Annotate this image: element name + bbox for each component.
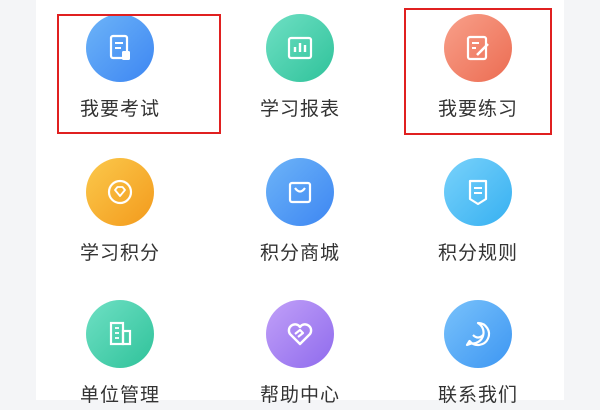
highlight-box-exam bbox=[57, 14, 221, 134]
highlight-box-practice bbox=[404, 8, 552, 135]
menu-item-label: 联系我们 bbox=[437, 384, 518, 406]
menu-item-label: 学习报表 bbox=[259, 98, 340, 120]
shop-bag-icon bbox=[266, 158, 334, 226]
menu-item-label: 帮助中心 bbox=[259, 384, 340, 406]
menu-item-label: 学习积分 bbox=[79, 242, 160, 264]
menu-item-label: 积分商城 bbox=[259, 242, 340, 264]
rules-badge-icon bbox=[444, 158, 512, 226]
menu-item-label: 单位管理 bbox=[79, 384, 160, 406]
menu-item-help[interactable]: 帮助中心 bbox=[230, 290, 370, 410]
menu-item-rules[interactable]: 积分规则 bbox=[408, 148, 548, 268]
help-heart-icon bbox=[266, 300, 334, 368]
report-chart-icon bbox=[266, 14, 334, 82]
points-diamond-icon bbox=[86, 158, 154, 226]
menu-item-label: 积分规则 bbox=[437, 242, 518, 264]
menu-item-report[interactable]: 学习报表 bbox=[230, 4, 370, 124]
menu-item-unit-management[interactable]: 单位管理 bbox=[50, 290, 190, 410]
building-icon bbox=[86, 300, 154, 368]
menu-item-shop[interactable]: 积分商城 bbox=[230, 148, 370, 268]
menu-item-contact[interactable]: 联系我们 bbox=[408, 290, 548, 410]
menu-item-points[interactable]: 学习积分 bbox=[50, 148, 190, 268]
contact-chat-icon bbox=[444, 300, 512, 368]
